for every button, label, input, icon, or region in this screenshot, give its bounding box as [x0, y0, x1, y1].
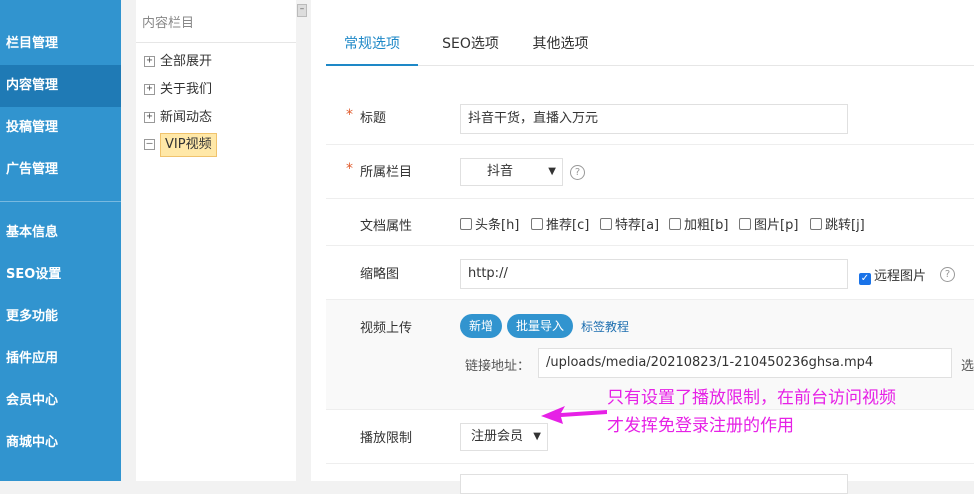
expand-icon[interactable]: + [144, 56, 155, 67]
select-file-link[interactable]: 选 [961, 355, 974, 374]
checkbox-icon [739, 218, 751, 230]
collapse-icon[interactable]: – [144, 139, 155, 150]
attr-image-checkbox[interactable]: 图片[p] [739, 214, 798, 233]
attr-headline-checkbox[interactable]: 头条[h] [460, 214, 519, 233]
tab-bar: 常规选项 SEO选项 其他选项 [326, 22, 974, 66]
sidebar-item-member-center[interactable]: 会员中心 [0, 380, 121, 422]
sidebar-item-more-features[interactable]: 更多功能 [0, 296, 121, 338]
content-tree-panel: 内容栏目 + 全部展开 + 关于我们 + 新闻动态 – VIP视频 [136, 0, 296, 481]
link-address-label: 链接地址： [465, 359, 531, 374]
title-input[interactable]: 抖音干货，直播入万元 [460, 104, 848, 134]
sidebar-divider [0, 201, 121, 202]
checkbox-icon [531, 218, 543, 230]
tree-node-news[interactable]: + 新闻动态 [144, 106, 212, 130]
chevron-down-icon: ▼ [533, 431, 541, 442]
attr-special-checkbox[interactable]: 特荐[a] [600, 214, 659, 233]
sidebar: 栏目管理 内容管理 投稿管理 广告管理 基本信息 SEO设置 更多功能 插件应用… [0, 0, 121, 481]
checkbox-icon [810, 218, 822, 230]
sidebar-item-content-management[interactable]: 内容管理 [0, 65, 121, 107]
thumbnail-input[interactable]: http:// [460, 259, 848, 289]
panel-collapse-button[interactable]: – [297, 4, 307, 17]
tag-tutorial-link[interactable]: 标签教程 [581, 318, 629, 335]
tree-node-label: 全部展开 [160, 54, 213, 69]
checkbox-checked-icon: ✓ [859, 273, 871, 285]
annotation-arrow-icon [541, 406, 607, 424]
title-label: 标题 [360, 111, 387, 126]
video-upload-label: 视频上传 [360, 321, 413, 336]
checkbox-icon [460, 218, 472, 230]
category-select[interactable]: 抖音 ▼ [460, 158, 563, 186]
help-icon[interactable]: ? [940, 267, 955, 282]
play-limit-label: 播放限制 [360, 431, 413, 446]
attr-label: 推荐[c] [546, 218, 590, 233]
attributes-row: 文档属性 头条[h] 推荐[c] 特荐[a] 加粗[b] 图片[p] 跳转[j] [326, 199, 974, 246]
attr-label: 头条[h] [475, 218, 520, 233]
next-field-input[interactable] [460, 474, 848, 494]
play-limit-select[interactable]: 注册会员 ▼ [460, 423, 548, 451]
annotation-line-1: 只有设置了播放限制，在前台访问视频 [607, 388, 896, 408]
attr-recommend-checkbox[interactable]: 推荐[c] [531, 214, 589, 233]
video-link-input[interactable]: /uploads/media/20210823/1-210450236ghsa.… [538, 348, 952, 378]
annotation-line-2: 才发挥免登录注册的作用 [607, 416, 794, 436]
tree-node-about-us[interactable]: + 关于我们 [144, 78, 212, 102]
tree-node-label: 关于我们 [160, 82, 213, 97]
checkbox-icon [669, 218, 681, 230]
chevron-down-icon: ▼ [548, 166, 556, 177]
sidebar-item-shop-center[interactable]: 商城中心 [0, 422, 121, 464]
category-value: 抖音 [487, 164, 514, 179]
thumbnail-label: 缩略图 [360, 267, 400, 282]
tab-general[interactable]: 常规选项 [326, 22, 418, 66]
checkbox-icon [600, 218, 612, 230]
tree-node-expand-all[interactable]: + 全部展开 [144, 50, 212, 74]
sidebar-item-basic-info[interactable]: 基本信息 [0, 212, 121, 254]
attr-label: 加粗[b] [684, 218, 729, 233]
attr-label: 特荐[a] [615, 218, 660, 233]
category-label: 所属栏目 [360, 165, 413, 180]
required-mark: * [346, 161, 353, 177]
required-mark: * [346, 107, 353, 123]
help-icon[interactable]: ? [570, 165, 585, 180]
form-panel: 常规选项 SEO选项 其他选项 * 标题 抖音干货，直播入万元 * 所属栏目 抖… [311, 0, 974, 494]
tree-title: 内容栏目 [136, 0, 296, 43]
sidebar-item-submission-management[interactable]: 投稿管理 [0, 107, 121, 149]
add-video-button[interactable]: 新增 [460, 314, 502, 338]
attributes-label: 文档属性 [360, 219, 413, 234]
remote-image-label: 远程图片 [874, 269, 927, 284]
tree-node-label: VIP视频 [160, 133, 217, 157]
tree-node-label: 新闻动态 [160, 110, 213, 125]
play-limit-value: 注册会员 [471, 429, 524, 444]
sidebar-item-seo-settings[interactable]: SEO设置 [0, 254, 121, 296]
batch-import-button[interactable]: 批量导入 [507, 314, 573, 338]
expand-icon[interactable]: + [144, 84, 155, 95]
attr-redirect-checkbox[interactable]: 跳转[j] [810, 214, 865, 233]
title-row: * 标题 抖音干货，直播入万元 [326, 91, 974, 145]
thumbnail-row: 缩略图 http:// ✓ 远程图片 ? [326, 246, 974, 300]
attr-label: 跳转[j] [825, 218, 865, 233]
attr-label: 图片[p] [754, 218, 799, 233]
sidebar-item-plugins[interactable]: 插件应用 [0, 338, 121, 380]
expand-icon[interactable]: + [144, 112, 155, 123]
category-row: * 所属栏目 抖音 ▼ ? [326, 145, 974, 199]
tab-seo[interactable]: SEO选项 [433, 22, 508, 66]
sidebar-item-column-management[interactable]: 栏目管理 [0, 23, 121, 65]
tree-node-vip-video[interactable]: – VIP视频 [144, 133, 217, 157]
remote-image-checkbox[interactable]: ✓ 远程图片 [859, 265, 926, 285]
sidebar-item-ad-management[interactable]: 广告管理 [0, 149, 121, 191]
attributes-group: 头条[h] 推荐[c] 特荐[a] 加粗[b] 图片[p] 跳转[j] [460, 214, 940, 233]
tab-other[interactable]: 其他选项 [523, 22, 598, 66]
attr-bold-checkbox[interactable]: 加粗[b] [669, 214, 728, 233]
